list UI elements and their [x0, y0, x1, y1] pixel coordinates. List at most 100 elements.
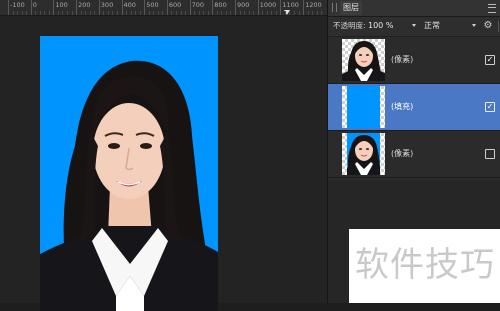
ruler-label: 200 [78, 1, 91, 9]
ruler-minor-tick [321, 11, 323, 15]
ruler-minor-tick [294, 11, 296, 15]
ruler-minor-tick [71, 11, 73, 15]
ruler-minor-tick [135, 11, 137, 15]
ruler-major-tick [166, 0, 168, 15]
ruler-label: 800 [214, 1, 227, 9]
ruler-minor-tick [62, 11, 64, 15]
document-canvas[interactable] [0, 16, 327, 311]
ruler-minor-tick [266, 11, 268, 15]
layer-name: (像素) [391, 149, 414, 158]
ruler-minor-tick [230, 11, 232, 15]
ruler-major-tick [76, 0, 78, 15]
ruler-minor-tick [271, 11, 273, 15]
ruler-minor-tick [216, 11, 218, 15]
ruler-major-tick [257, 0, 259, 15]
layer-name: (像素) [391, 55, 414, 64]
ruler-minor-tick [307, 11, 309, 15]
portrait-image [40, 60, 218, 311]
layer-options-bar: 不透明度: 100 % 正常 ⚙ [328, 17, 500, 37]
ruler-label: 400 [123, 1, 136, 9]
ruler-major-tick [235, 0, 236, 15]
ruler-minor-tick [207, 11, 209, 15]
ruler-minor-tick [175, 11, 177, 15]
gear-icon[interactable]: ⚙ [482, 20, 494, 32]
ruler-label: -100 [10, 1, 25, 9]
ruler-minor-tick [185, 11, 187, 15]
layer-thumbnail-portrait [342, 39, 385, 81]
ruler-minor-tick [35, 11, 37, 15]
ruler-minor-tick [148, 11, 150, 15]
visibility-checkbox[interactable]: ✓ [485, 102, 495, 112]
ruler-minor-tick [85, 11, 87, 15]
ruler-minor-tick [48, 11, 50, 15]
panel-grip-icon[interactable] [332, 3, 337, 12]
ruler-minor-tick [57, 11, 59, 15]
ruler-minor-tick [89, 11, 91, 15]
ruler-minor-tick [316, 11, 318, 15]
ruler-minor-tick [284, 11, 286, 15]
ruler-label: 300 [100, 1, 114, 9]
ruler-minor-tick [194, 11, 196, 15]
ruler-minor-tick [198, 11, 200, 15]
ruler-minor-tick [12, 11, 14, 15]
ruler-minor-tick [298, 11, 300, 15]
ruler-major-tick [98, 0, 100, 15]
ruler-minor-tick [103, 11, 105, 15]
ruler-minor-tick [221, 11, 223, 15]
opacity-dropdown-icon[interactable] [412, 24, 416, 27]
ruler-label: 0 [32, 1, 37, 9]
horizontal-ruler[interactable]: -100 0 100 200 300 400 500 600 700 800 900 1000 1100… [0, 0, 327, 16]
visibility-checkbox[interactable] [485, 149, 495, 159]
layer-row-pixel-bottom[interactable]: (像素) [328, 131, 500, 178]
menu-icon[interactable] [488, 4, 496, 13]
layer-name: (填充) [391, 102, 414, 111]
watermark-text: 软件技巧 [355, 245, 495, 285]
ruler-major-tick [121, 0, 123, 15]
ruler-major-tick [144, 0, 146, 15]
visibility-checkbox[interactable]: ✓ [485, 55, 495, 65]
ruler-minor-tick [126, 11, 128, 15]
ruler-minor-tick [180, 11, 182, 15]
ruler-label: 700 [191, 1, 205, 9]
ruler-minor-tick [244, 11, 246, 15]
layer-row-pixel-top[interactable]: (像素) ✓ [328, 37, 500, 84]
ruler-label: 900 [237, 1, 250, 9]
ruler-minor-tick [80, 11, 82, 15]
layer-thumbnail-fill [342, 86, 385, 128]
opacity-input[interactable]: 100 % [368, 20, 416, 32]
ruler-major-tick [53, 0, 55, 15]
ruler-minor-tick [248, 11, 250, 15]
blend-mode-dropdown-icon[interactable] [472, 24, 476, 27]
app-window: -100 0 100 200 300 400 500 600 700 800 900 1000 1100… [0, 0, 500, 311]
ruler-minor-tick [39, 11, 41, 15]
ruler-minor-tick [116, 11, 118, 15]
ruler-minor-tick [225, 11, 227, 15]
ruler-label: 100 [55, 1, 68, 9]
ruler-major-tick [189, 0, 191, 15]
ruler-major-tick [212, 0, 214, 15]
blend-mode-select[interactable]: 正常 [424, 20, 468, 32]
ruler-minor-tick [253, 11, 255, 15]
ruler-minor-tick [130, 11, 132, 15]
ruler-minor-tick [203, 11, 205, 15]
layer-row-fill[interactable]: (填充) ✓ [328, 84, 500, 131]
ruler-minor-tick [26, 11, 28, 15]
ruler-minor-tick [44, 11, 46, 15]
ruler-minor-tick [94, 11, 96, 15]
ruler-minor-tick [162, 11, 164, 15]
ruler-minor-tick [112, 11, 114, 15]
ruler-major-tick [30, 0, 32, 15]
ruler-major-tick [303, 0, 305, 15]
ruler-minor-tick [275, 11, 277, 15]
ruler-label: 500 [146, 1, 159, 9]
ruler-minor-tick [262, 11, 264, 15]
ruler-minor-tick [239, 11, 241, 15]
ruler-major-tick [280, 0, 282, 15]
ruler-minor-tick [139, 11, 141, 15]
tab-layers[interactable]: 图层 [340, 1, 362, 15]
ruler-minor-tick [67, 11, 69, 15]
ruler-minor-tick [17, 11, 19, 15]
watermark: 软件技巧 [349, 229, 500, 303]
ruler-minor-tick [21, 11, 23, 15]
portrait-photo[interactable] [40, 36, 218, 311]
